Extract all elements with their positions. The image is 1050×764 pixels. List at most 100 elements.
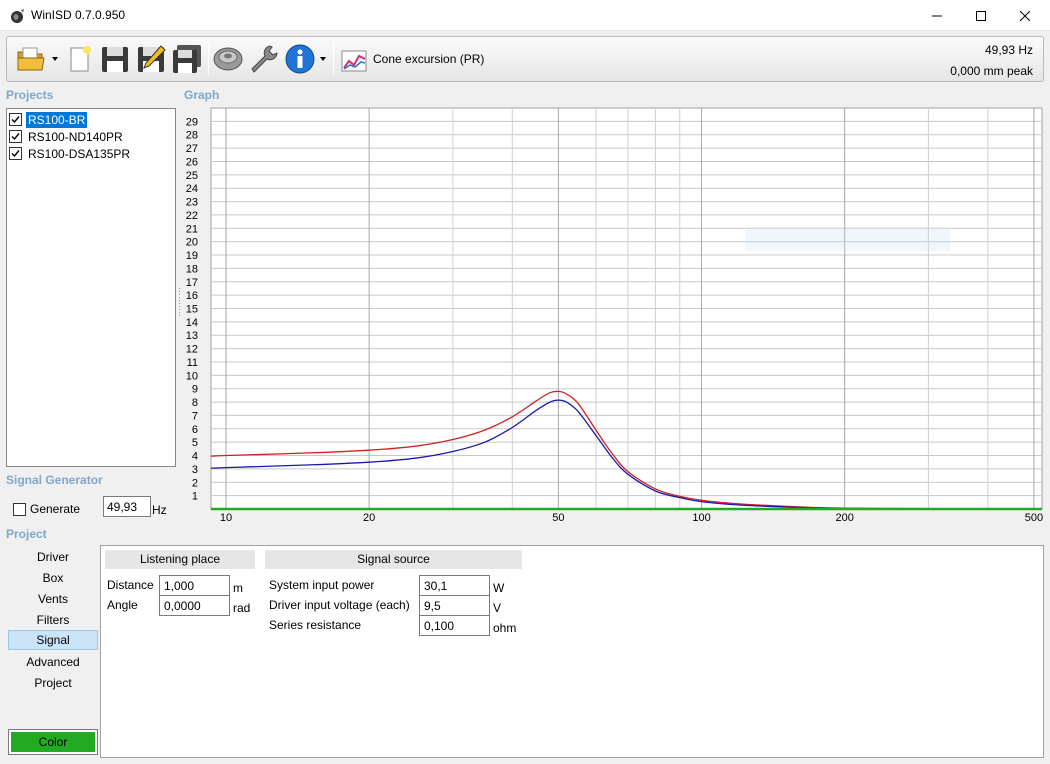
y-tick-label: 29 bbox=[186, 116, 198, 128]
driver-editor-button[interactable] bbox=[212, 43, 244, 75]
angle-unit: rad bbox=[233, 601, 251, 615]
save-all-icon bbox=[173, 45, 201, 73]
driver-icon bbox=[213, 47, 243, 71]
app-icon bbox=[11, 9, 24, 23]
open-dropdown-icon[interactable] bbox=[51, 56, 59, 62]
y-tick-label: 5 bbox=[192, 437, 198, 449]
tab-advanced[interactable]: Advanced bbox=[8, 652, 98, 672]
x-tick-label: 500 bbox=[1025, 512, 1043, 524]
project-checkbox[interactable] bbox=[9, 130, 22, 143]
maximize-icon bbox=[976, 10, 986, 21]
minimize-button[interactable] bbox=[914, 0, 960, 31]
angle-label: Angle bbox=[107, 598, 138, 612]
check-icon bbox=[11, 150, 20, 158]
y-tick-label: 13 bbox=[186, 330, 198, 342]
save-icon bbox=[102, 47, 128, 72]
title-bar: WinISD 0.7.0.950 bbox=[0, 0, 1050, 31]
new-project-button[interactable] bbox=[63, 43, 95, 75]
tab-driver[interactable]: Driver bbox=[8, 547, 98, 567]
chart-icon bbox=[341, 50, 367, 72]
y-tick-label: 15 bbox=[186, 304, 198, 316]
info-dropdown-icon[interactable] bbox=[319, 56, 327, 62]
check-icon bbox=[11, 116, 20, 124]
x-tick-label: 20 bbox=[363, 512, 375, 524]
project-label[interactable]: RS100-BR bbox=[24, 110, 89, 129]
y-tick-label: 12 bbox=[186, 344, 198, 356]
projects-title: Projects bbox=[6, 88, 54, 102]
generator-frequency-input[interactable] bbox=[103, 496, 151, 517]
y-tick-label: 24 bbox=[186, 183, 198, 195]
y-tick-label: 25 bbox=[186, 170, 198, 182]
project-checkbox[interactable] bbox=[9, 147, 22, 160]
open-button[interactable] bbox=[15, 43, 47, 75]
y-tick-label: 1 bbox=[192, 491, 198, 503]
tab-filters[interactable]: Filters bbox=[8, 610, 98, 630]
y-tick-label: 17 bbox=[186, 277, 198, 289]
toolbar: Cone excursion (PR) 49,93 Hz 0,000 mm pe… bbox=[6, 36, 1044, 82]
voltage-unit: V bbox=[493, 601, 502, 615]
y-tick-label: 10 bbox=[186, 370, 198, 382]
y-tick-label: 4 bbox=[192, 451, 198, 463]
y-tick-label: 18 bbox=[186, 263, 198, 275]
folder-open-icon bbox=[17, 47, 45, 71]
toolbar-separator bbox=[333, 43, 334, 75]
y-tick-label: 6 bbox=[192, 424, 198, 436]
project-checkbox[interactable] bbox=[9, 113, 22, 126]
value-readout: 0,000 mm peak bbox=[950, 64, 1033, 78]
window-title: WinISD 0.7.0.950 bbox=[31, 8, 126, 22]
distance-unit: m bbox=[233, 581, 243, 595]
tools-button[interactable] bbox=[248, 43, 280, 75]
voltage-label: Driver input voltage (each) bbox=[269, 598, 410, 612]
frequency-readout: 49,93 Hz bbox=[984, 43, 1033, 57]
y-tick-label: 11 bbox=[187, 357, 198, 369]
close-button[interactable] bbox=[1002, 0, 1048, 31]
y-tick-label: 3 bbox=[192, 464, 198, 476]
ghost-overlay bbox=[745, 229, 950, 251]
project-item[interactable]: RS100-BR bbox=[9, 110, 89, 129]
y-tick-label: 14 bbox=[186, 317, 198, 329]
save-all-button[interactable] bbox=[171, 43, 203, 75]
project-item[interactable]: RS100-ND140PR bbox=[9, 128, 125, 145]
y-tick-label: 27 bbox=[186, 143, 198, 155]
generate-label: Generate bbox=[30, 502, 81, 516]
power-input[interactable] bbox=[419, 575, 490, 596]
tab-vents[interactable]: Vents bbox=[8, 589, 98, 609]
save-button[interactable] bbox=[99, 43, 131, 75]
graph-selector-label[interactable]: Cone excursion (PR) bbox=[373, 52, 484, 66]
signal-panel: Listening place Signal source Distance m… bbox=[100, 545, 1044, 758]
save-as-icon bbox=[138, 45, 166, 72]
generate-checkbox-box[interactable] bbox=[13, 502, 26, 516]
project-item[interactable]: RS100-DSA135PR bbox=[9, 145, 132, 162]
tab-signal[interactable]: Signal bbox=[8, 630, 98, 650]
distance-input[interactable] bbox=[159, 575, 230, 596]
projects-list[interactable]: RS100-BR RS100-ND140PR RS100-DSA135PR bbox=[6, 108, 176, 467]
angle-input[interactable] bbox=[159, 595, 230, 616]
tab-box[interactable]: Box bbox=[8, 568, 98, 588]
voltage-input[interactable] bbox=[419, 595, 490, 616]
save-as-button[interactable] bbox=[135, 43, 167, 75]
color-swatch: Color bbox=[11, 732, 95, 752]
y-tick-label: 22 bbox=[186, 210, 198, 222]
y-tick-label: 8 bbox=[192, 397, 198, 409]
generate-checkbox[interactable]: Generate bbox=[13, 502, 80, 516]
signal-source-header: Signal source bbox=[265, 550, 522, 569]
y-tick-label: 28 bbox=[186, 130, 198, 142]
y-tick-label: 19 bbox=[186, 250, 198, 262]
tab-project[interactable]: Project bbox=[8, 673, 98, 693]
maximize-button[interactable] bbox=[958, 0, 1004, 31]
resistance-input[interactable] bbox=[419, 615, 490, 636]
minimize-icon bbox=[932, 15, 942, 16]
graph-type-button[interactable] bbox=[339, 43, 369, 75]
project-label[interactable]: RS100-ND140PR bbox=[26, 129, 125, 145]
y-tick-label: 21 bbox=[186, 223, 198, 235]
x-tick-label: 200 bbox=[835, 512, 853, 524]
distance-label: Distance bbox=[107, 578, 154, 592]
x-tick-label: 10 bbox=[220, 512, 232, 524]
color-button[interactable]: Color bbox=[8, 729, 98, 755]
generator-unit: Hz bbox=[152, 503, 167, 517]
about-button[interactable] bbox=[284, 43, 316, 75]
info-icon bbox=[285, 44, 315, 74]
power-label: System input power bbox=[269, 578, 375, 592]
graph-canvas[interactable]: 1234567891011121314151617181920212223242… bbox=[178, 104, 1044, 526]
project-label[interactable]: RS100-DSA135PR bbox=[26, 146, 132, 162]
